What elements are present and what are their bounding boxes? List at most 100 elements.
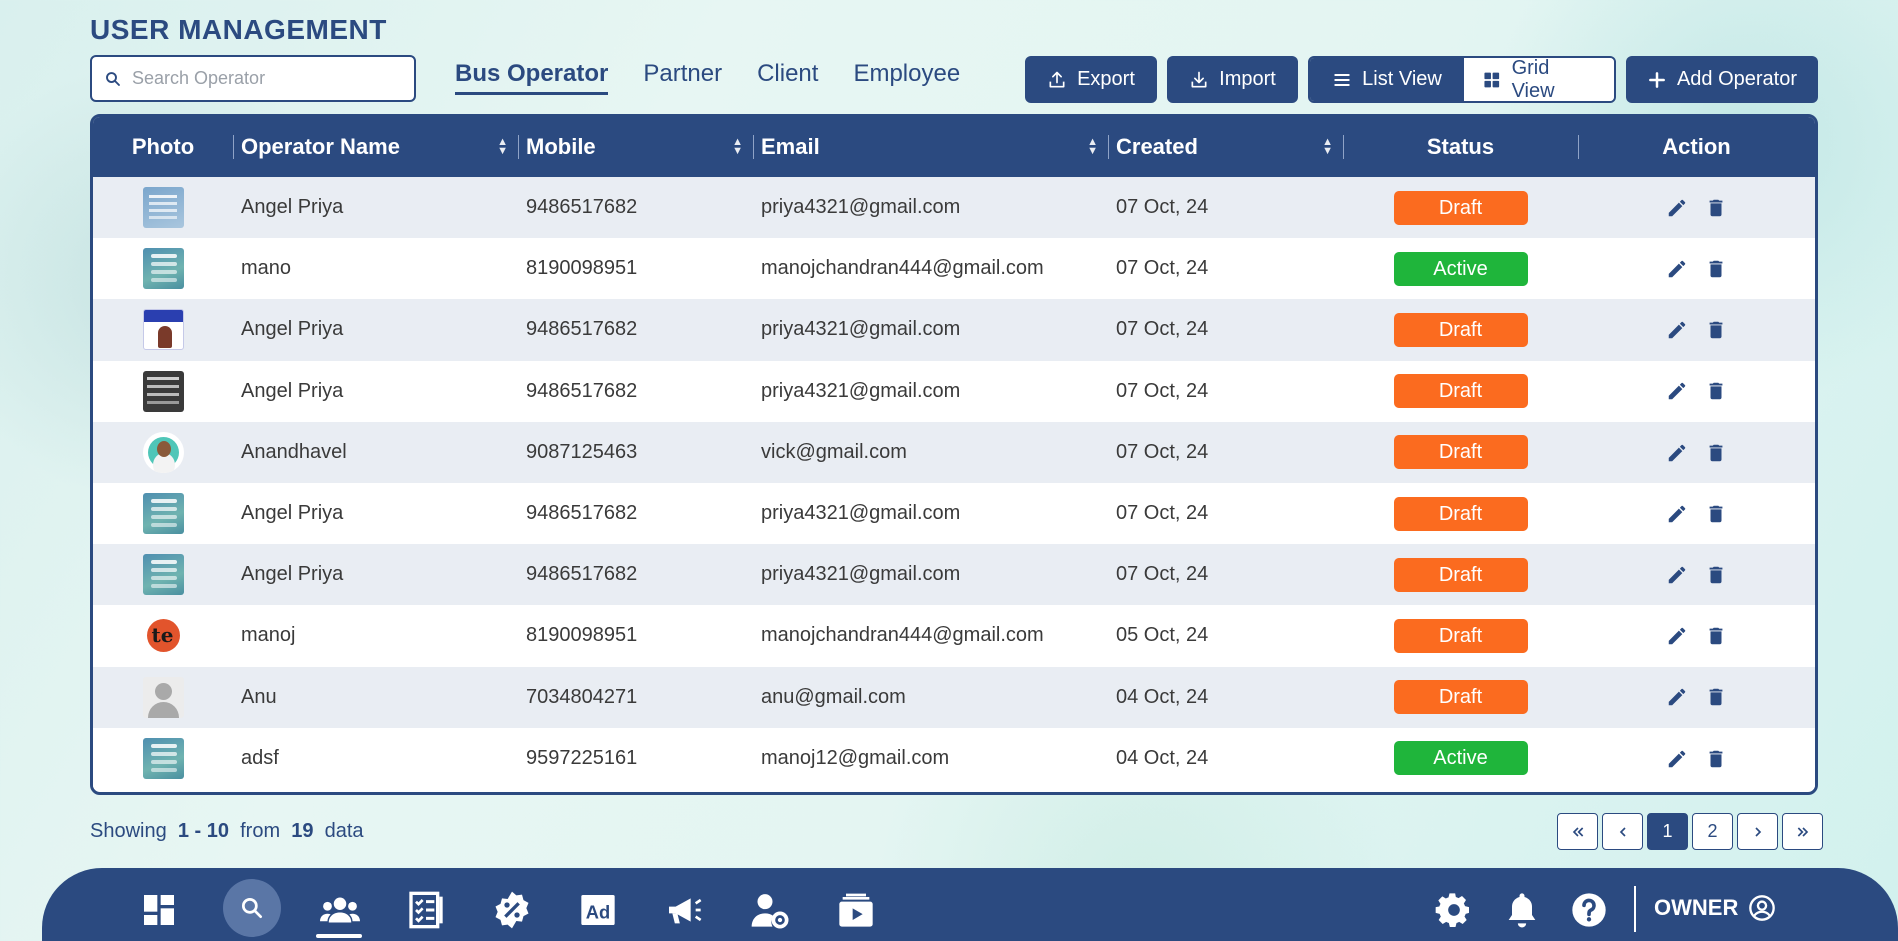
checklist-icon[interactable] bbox=[404, 888, 448, 932]
add-operator-button[interactable]: Add Operator bbox=[1626, 56, 1818, 103]
chevron-right-icon bbox=[1754, 826, 1761, 837]
email-cell: priya4321@gmail.com bbox=[761, 196, 961, 219]
pagination: 1 2 bbox=[1557, 813, 1827, 850]
edit-icon[interactable] bbox=[1666, 380, 1688, 402]
help-icon[interactable] bbox=[1567, 888, 1611, 932]
search-input[interactable] bbox=[132, 68, 402, 89]
photo-cell bbox=[93, 483, 233, 544]
tab-client[interactable]: Client bbox=[757, 60, 818, 95]
action-cell bbox=[1578, 177, 1815, 238]
sort-icon[interactable]: ▲ ▼ bbox=[1322, 137, 1333, 157]
table-row[interactable]: Anandhavel 9087125463 vick@gmail.com 07 … bbox=[93, 421, 1815, 483]
view-toggle: List View Grid View bbox=[1308, 56, 1616, 103]
table-row[interactable]: adsf 9597225161 manoj12@gmail.com 04 Oct… bbox=[93, 727, 1815, 789]
export-button[interactable]: Export bbox=[1025, 56, 1157, 103]
delete-icon[interactable] bbox=[1705, 442, 1727, 464]
settings-icon[interactable] bbox=[1432, 888, 1476, 932]
header-action: Action bbox=[1578, 117, 1815, 177]
delete-icon[interactable] bbox=[1705, 319, 1727, 341]
page-button-2[interactable]: 2 bbox=[1692, 813, 1733, 850]
operator-name-cell: Angel Priya bbox=[241, 196, 344, 219]
first-page-button[interactable] bbox=[1557, 813, 1598, 850]
created-cell: 07 Oct, 24 bbox=[1116, 257, 1209, 280]
operator-name-cell: adsf bbox=[241, 746, 279, 769]
next-page-button[interactable] bbox=[1737, 813, 1778, 850]
header-email[interactable]: Email ▲ ▼ bbox=[753, 117, 1108, 177]
sort-icon[interactable]: ▲ ▼ bbox=[732, 137, 743, 157]
edit-icon[interactable] bbox=[1666, 625, 1688, 647]
bell-icon[interactable] bbox=[1500, 888, 1544, 932]
created-cell: 07 Oct, 24 bbox=[1116, 502, 1209, 525]
delete-icon[interactable] bbox=[1705, 564, 1727, 586]
offers-icon[interactable] bbox=[490, 888, 534, 932]
action-cell bbox=[1578, 728, 1815, 789]
users-icon[interactable] bbox=[318, 888, 362, 932]
status-cell: Draft bbox=[1343, 544, 1578, 605]
photo-cell bbox=[93, 177, 233, 238]
import-button[interactable]: Import bbox=[1167, 56, 1298, 103]
tab-bus-operator[interactable]: Bus Operator bbox=[455, 60, 609, 95]
delete-icon[interactable] bbox=[1705, 503, 1727, 525]
promotion-icon[interactable] bbox=[662, 888, 706, 932]
table-row[interactable]: Angel Priya 9486517682 priya4321@gmail.c… bbox=[93, 299, 1815, 361]
edit-icon[interactable] bbox=[1666, 503, 1688, 525]
page-button-1[interactable]: 1 bbox=[1647, 813, 1688, 850]
sort-icon[interactable]: ▲ ▼ bbox=[1087, 137, 1098, 157]
delete-icon[interactable] bbox=[1705, 625, 1727, 647]
email-cell: priya4321@gmail.com bbox=[761, 318, 961, 341]
status-badge: Active bbox=[1393, 741, 1528, 776]
sort-icon[interactable]: ▲ ▼ bbox=[497, 137, 508, 157]
table-header-row: Photo Operator Name ▲ ▼ Mobile ▲ ▼ Email ▲ ▼ C… bbox=[93, 117, 1815, 177]
photo-cell bbox=[93, 667, 233, 728]
delete-icon[interactable] bbox=[1705, 748, 1727, 770]
search-box[interactable] bbox=[90, 55, 416, 102]
header-created[interactable]: Created ▲ ▼ bbox=[1108, 117, 1343, 177]
list-view-button[interactable]: List View bbox=[1310, 58, 1464, 101]
search-icon[interactable] bbox=[223, 879, 281, 937]
table-row[interactable]: manoj 8190098951 manojchandran444@gmail.… bbox=[93, 605, 1815, 667]
user-settings-icon[interactable] bbox=[748, 888, 792, 932]
search-icon bbox=[106, 71, 120, 86]
created-cell: 07 Oct, 24 bbox=[1116, 196, 1209, 219]
action-cell bbox=[1578, 361, 1815, 422]
edit-icon[interactable] bbox=[1666, 748, 1688, 770]
grid-view-button[interactable]: Grid View bbox=[1464, 58, 1614, 101]
edit-icon[interactable] bbox=[1666, 258, 1688, 280]
active-nav-indicator bbox=[316, 934, 362, 938]
table-row[interactable]: Angel Priya 9486517682 priya4321@gmail.c… bbox=[93, 360, 1815, 422]
photo-cell bbox=[93, 544, 233, 605]
owner-profile-button[interactable]: OWNER bbox=[1654, 894, 1776, 922]
created-cell: 07 Oct, 24 bbox=[1116, 563, 1209, 586]
status-cell: Draft bbox=[1343, 605, 1578, 666]
table-row[interactable]: mano 8190098951 manojchandran444@gmail.c… bbox=[93, 238, 1815, 300]
edit-icon[interactable] bbox=[1666, 442, 1688, 464]
operator-photo bbox=[142, 431, 184, 473]
table-row[interactable]: Angel Priya 9486517682 priya4321@gmail.c… bbox=[93, 544, 1815, 606]
delete-icon[interactable] bbox=[1705, 380, 1727, 402]
delete-icon[interactable] bbox=[1705, 686, 1727, 708]
edit-icon[interactable] bbox=[1666, 197, 1688, 219]
status-cell: Draft bbox=[1343, 299, 1578, 360]
tab-partner[interactable]: Partner bbox=[643, 60, 722, 95]
table-body: Angel Priya 9486517682 priya4321@gmail.c… bbox=[93, 177, 1815, 789]
header-operator-name[interactable]: Operator Name ▲ ▼ bbox=[233, 117, 518, 177]
edit-icon[interactable] bbox=[1666, 564, 1688, 586]
ads-icon[interactable]: Ad bbox=[576, 888, 620, 932]
tab-employee[interactable]: Employee bbox=[853, 60, 960, 95]
status-cell: Active bbox=[1343, 238, 1578, 299]
table-row[interactable]: Anu 7034804271 anu@gmail.com 04 Oct, 24 … bbox=[93, 666, 1815, 728]
email-cell: manojchandran444@gmail.com bbox=[761, 257, 1044, 280]
media-icon[interactable] bbox=[834, 888, 878, 932]
edit-icon[interactable] bbox=[1666, 686, 1688, 708]
delete-icon[interactable] bbox=[1705, 258, 1727, 280]
last-page-button[interactable] bbox=[1782, 813, 1823, 850]
prev-page-button[interactable] bbox=[1602, 813, 1643, 850]
edit-icon[interactable] bbox=[1666, 319, 1688, 341]
action-cell bbox=[1578, 605, 1815, 666]
table-row[interactable]: Angel Priya 9486517682 priya4321@gmail.c… bbox=[93, 482, 1815, 545]
table-row[interactable]: Angel Priya 9486517682 priya4321@gmail.c… bbox=[93, 177, 1815, 239]
header-mobile[interactable]: Mobile ▲ ▼ bbox=[518, 117, 753, 177]
delete-icon[interactable] bbox=[1705, 197, 1727, 219]
dashboard-icon[interactable] bbox=[137, 888, 181, 932]
photo-cell bbox=[93, 605, 233, 666]
